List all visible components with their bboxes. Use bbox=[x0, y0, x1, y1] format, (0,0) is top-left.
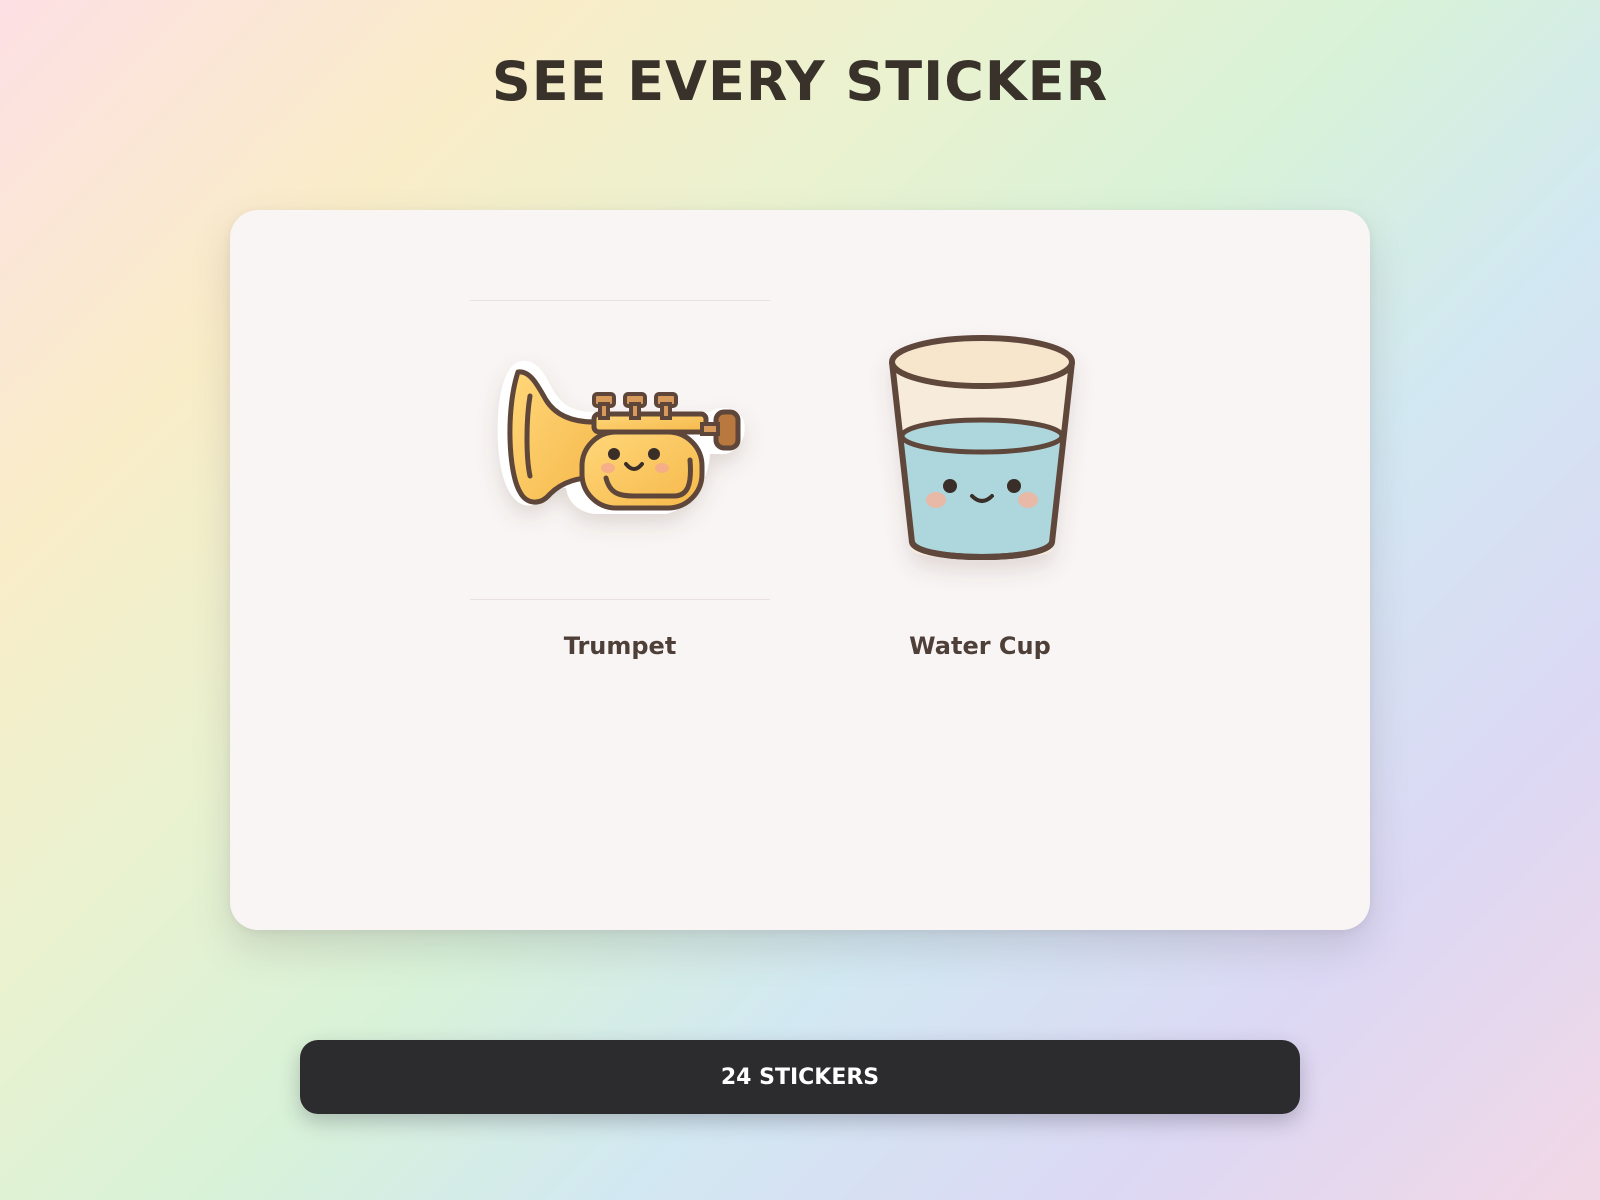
trumpet-icon bbox=[497, 360, 745, 514]
sticker-art-water-cup[interactable] bbox=[830, 300, 1130, 600]
water-cup-icon bbox=[889, 335, 1075, 560]
page-title: SEE EVERY STICKER bbox=[491, 50, 1109, 113]
sticker-label: Trumpet bbox=[563, 632, 677, 660]
sticker-item-trumpet[interactable]: Trumpet bbox=[470, 300, 770, 660]
sticker-label: Water Cup bbox=[909, 632, 1051, 660]
sticker-item-water-cup[interactable]: Water Cup bbox=[830, 300, 1130, 660]
sticker-count-label: 24 STICKERS bbox=[720, 1064, 880, 1090]
sticker-grid-card: Trumpet Water Cup bbox=[230, 210, 1370, 930]
sticker-count-button[interactable]: 24 STICKERS bbox=[300, 1040, 1300, 1114]
sticker-art-trumpet[interactable] bbox=[470, 300, 770, 600]
